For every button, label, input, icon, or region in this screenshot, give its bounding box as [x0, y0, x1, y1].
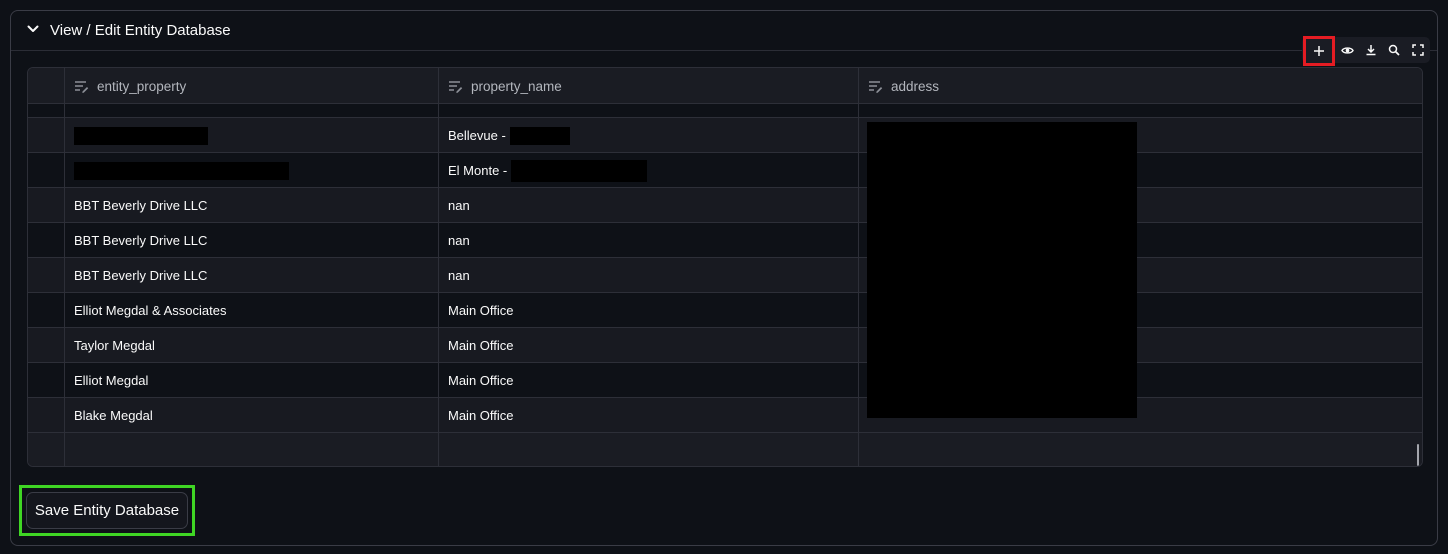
redaction-block	[74, 161, 289, 180]
column-divider	[64, 68, 65, 466]
dataframe-toolbar	[1302, 36, 1430, 66]
column-header-label: entity_property	[97, 78, 187, 94]
table-row[interactable]: BBT Beverly Drive LLC nan	[28, 188, 1422, 223]
plus-icon	[1314, 46, 1324, 56]
column-header-label: property_name	[471, 78, 562, 94]
cell-property-name[interactable]: Main Office	[448, 328, 514, 363]
column-divider	[858, 68, 859, 466]
address-redaction-block	[867, 122, 1137, 418]
column-header-label: address	[891, 78, 940, 94]
table-row[interactable]: El Monte -	[28, 153, 1422, 188]
table-row[interactable]: BBT Beverly Drive LLC nan	[28, 223, 1422, 258]
cell-entity-property[interactable]: BBT Beverly Drive LLC	[74, 223, 207, 258]
search-icon	[1388, 44, 1400, 56]
fullscreen-icon	[1412, 44, 1424, 56]
text-column-icon	[869, 80, 883, 93]
table-row[interactable]: Blake Megdal Main Office	[28, 398, 1422, 433]
cell-entity-property[interactable]: BBT Beverly Drive LLC	[74, 188, 207, 223]
table-row[interactable]: Taylor Megdal Main Office	[28, 328, 1422, 363]
table-row[interactable]: Bellevue -	[28, 118, 1422, 153]
add-row-button[interactable]	[1303, 36, 1335, 66]
save-button-highlight: Save Entity Database	[19, 485, 195, 536]
cell-property-name[interactable]: Main Office	[448, 293, 514, 328]
expander-title: View / Edit Entity Database	[50, 22, 231, 39]
cell-entity-property[interactable]	[74, 153, 289, 188]
cell-property-name[interactable]: Main Office	[448, 398, 514, 433]
redaction-block	[509, 126, 570, 145]
column-header-entity-property[interactable]: entity_property	[74, 68, 186, 104]
eye-icon	[1340, 46, 1354, 54]
redaction-block	[511, 159, 648, 182]
cell-property-name[interactable]: nan	[448, 188, 470, 223]
column-header-property-name[interactable]: property_name	[448, 68, 562, 104]
cell-property-name[interactable]: El Monte -	[448, 153, 648, 188]
cell-property-name[interactable]: Main Office	[448, 363, 514, 398]
table-row-partial[interactable]	[28, 104, 1422, 118]
table-row[interactable]: Elliot Megdal Main Office	[28, 363, 1422, 398]
cell-entity-property[interactable]: Blake Megdal	[74, 398, 153, 433]
chevron-down-icon[interactable]	[25, 21, 41, 37]
entity-database-expander: View / Edit Entity Database entity_prope…	[10, 10, 1438, 546]
add-row-placeholder[interactable]	[28, 433, 1422, 466]
grid-header: entity_property property_name address	[28, 68, 1422, 104]
cell-entity-property[interactable]	[74, 118, 208, 153]
text-column-icon	[75, 80, 89, 93]
grid-scrollbar[interactable]	[1417, 444, 1419, 466]
column-header-address[interactable]: address	[868, 68, 939, 104]
table-row[interactable]: BBT Beverly Drive LLC nan	[28, 258, 1422, 293]
cell-entity-property[interactable]: Taylor Megdal	[74, 328, 155, 363]
cell-entity-property[interactable]: Elliot Megdal	[74, 363, 148, 398]
cell-entity-property[interactable]: Elliot Megdal & Associates	[74, 293, 226, 328]
save-entity-database-button[interactable]: Save Entity Database	[26, 492, 188, 529]
cell-property-name[interactable]: nan	[448, 223, 470, 258]
column-divider	[438, 68, 439, 466]
cell-property-name[interactable]: nan	[448, 258, 470, 293]
entity-data-grid[interactable]: entity_property property_name address Be…	[27, 67, 1423, 467]
download-icon	[1366, 45, 1376, 56]
redaction-block	[74, 126, 208, 145]
cell-property-name[interactable]: Bellevue -	[448, 118, 570, 153]
text-column-icon	[449, 80, 463, 93]
visibility-button[interactable]	[1335, 38, 1359, 62]
download-button[interactable]	[1359, 38, 1383, 62]
cell-entity-property[interactable]: BBT Beverly Drive LLC	[74, 258, 207, 293]
search-button[interactable]	[1382, 38, 1406, 62]
fullscreen-button[interactable]	[1406, 38, 1430, 62]
expander-header[interactable]: View / Edit Entity Database	[11, 11, 1437, 51]
table-row[interactable]: Elliot Megdal & Associates Main Office	[28, 293, 1422, 328]
